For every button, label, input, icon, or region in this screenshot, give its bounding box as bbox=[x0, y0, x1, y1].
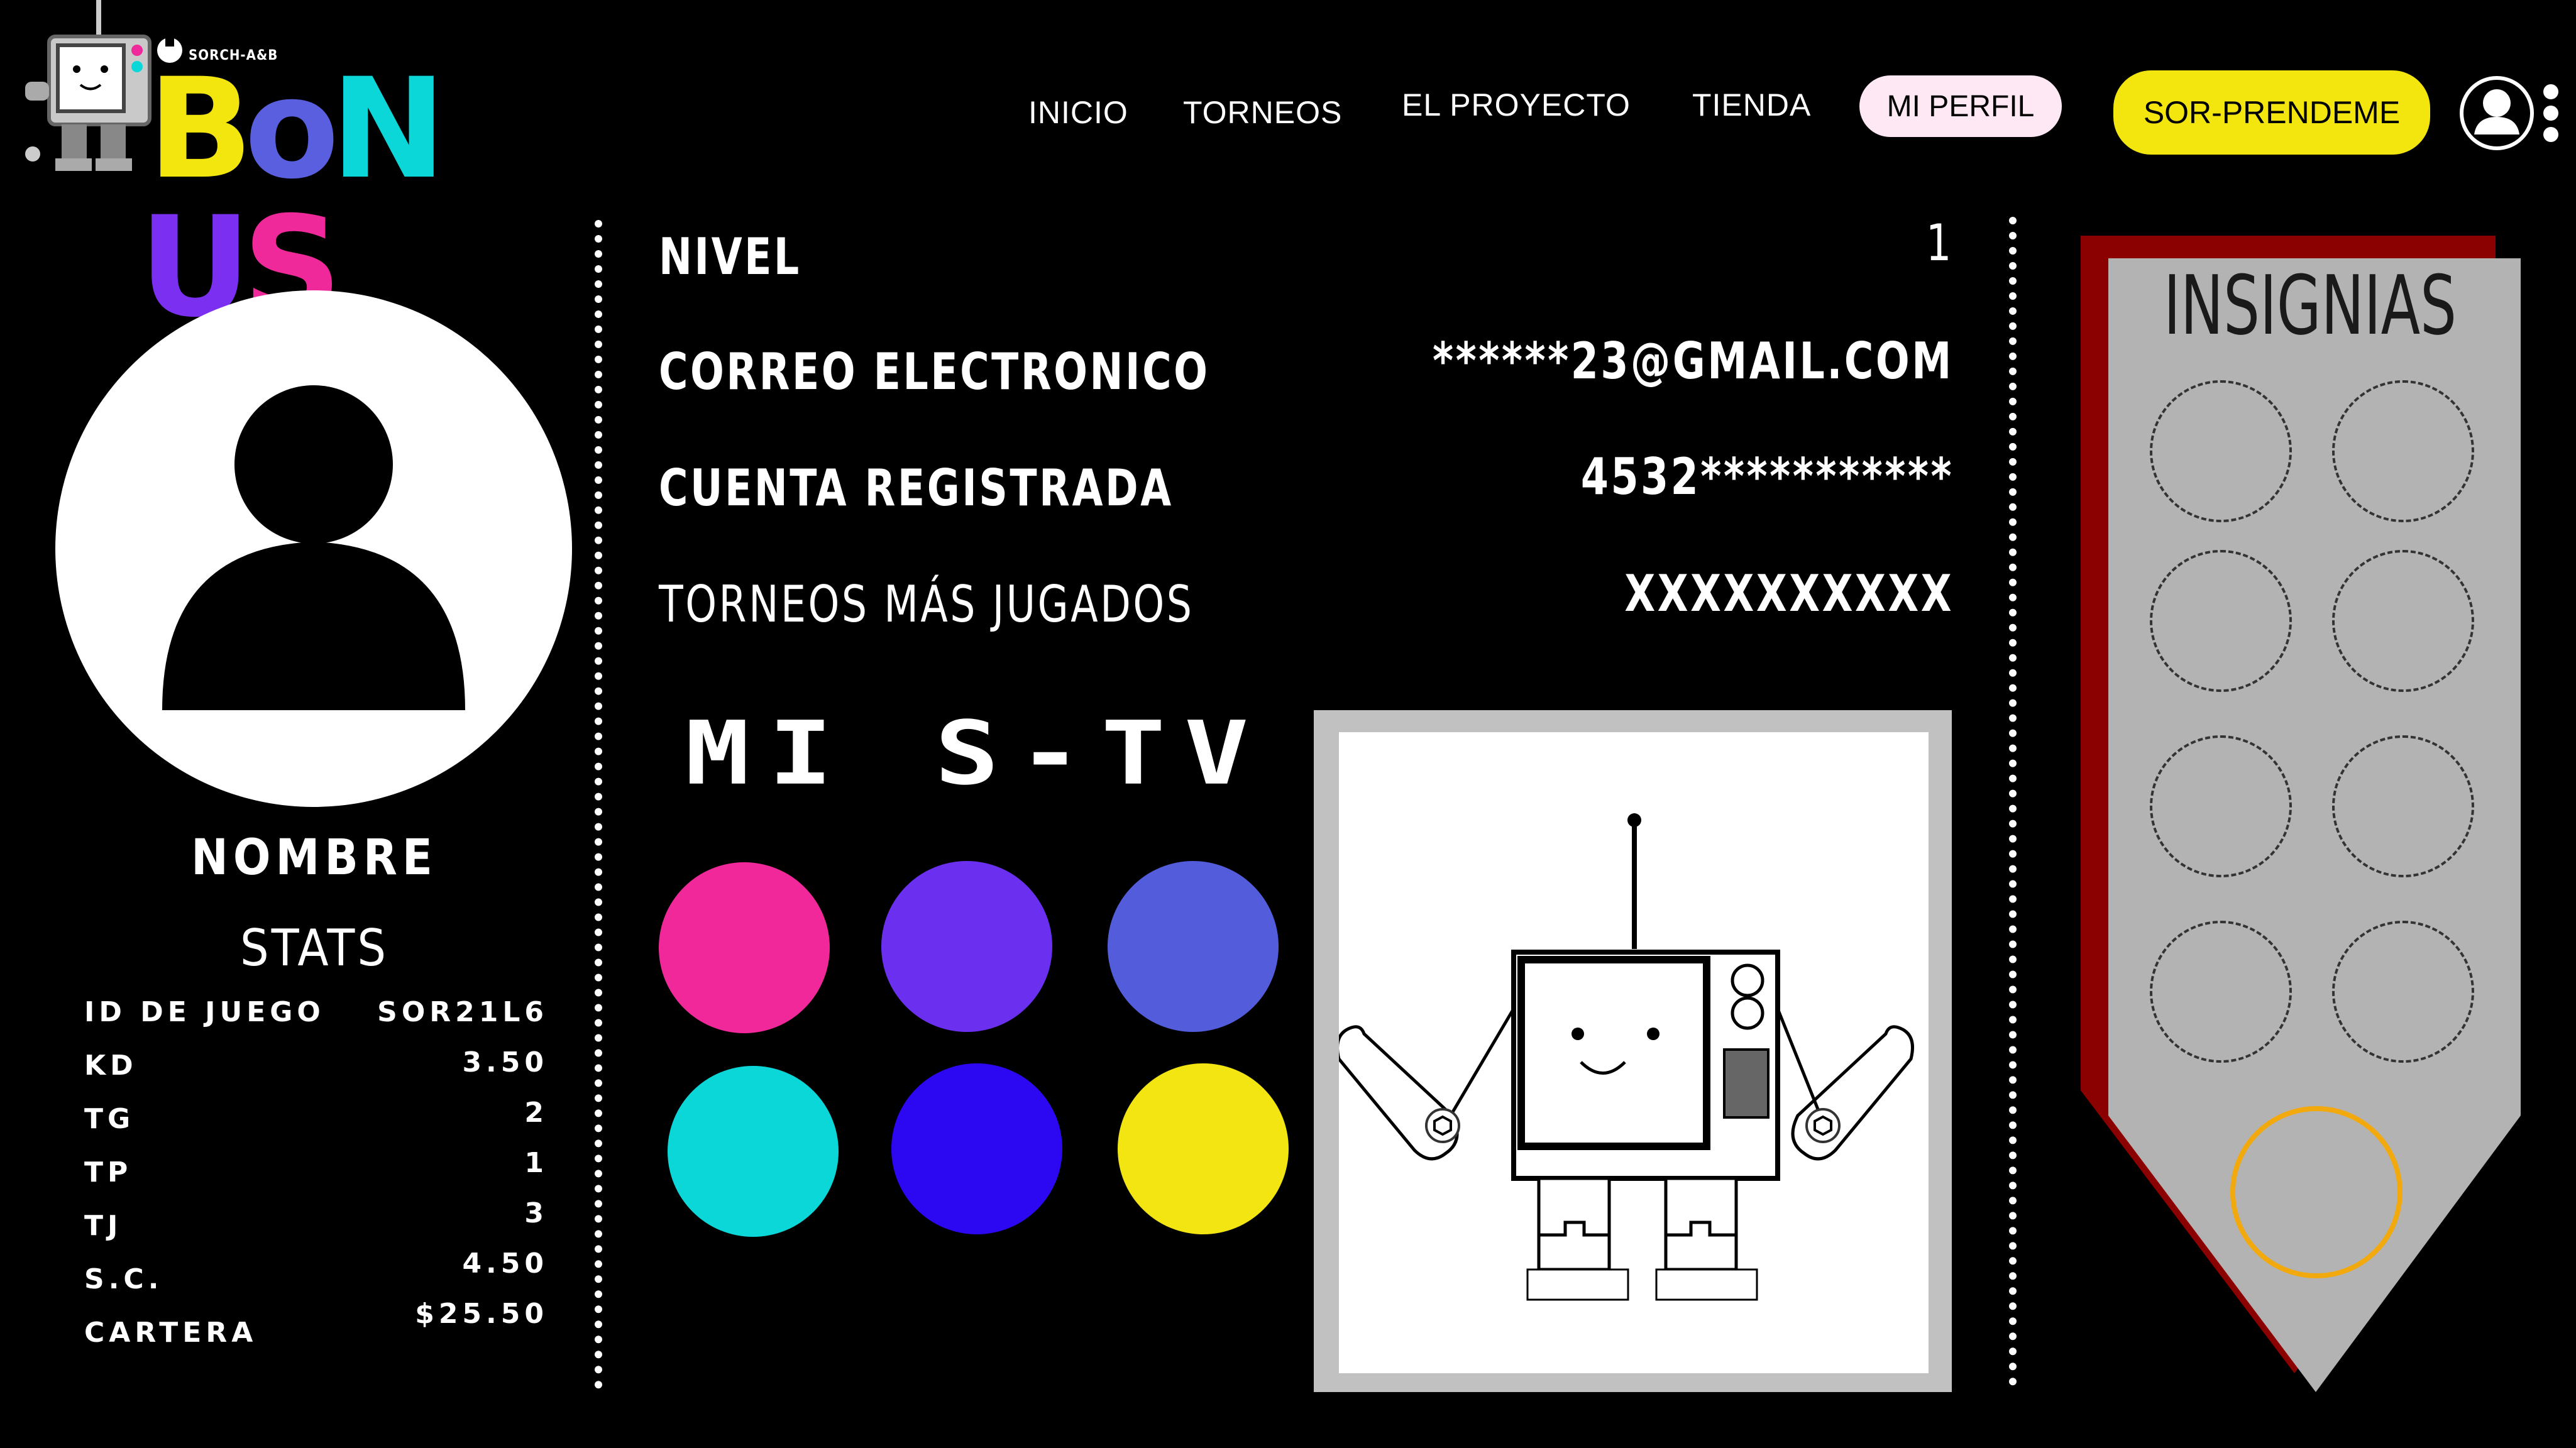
user-placeholder-icon[interactable] bbox=[55, 290, 572, 807]
nav-tienda[interactable]: TIENDA bbox=[1692, 87, 1811, 123]
info-value: XXXXXXXXXX bbox=[1624, 564, 1954, 623]
color-swatch[interactable] bbox=[659, 862, 830, 1033]
stat-label: TJ bbox=[84, 1210, 123, 1242]
badge-slot[interactable] bbox=[2332, 550, 2474, 692]
stat-label: TP bbox=[84, 1156, 133, 1188]
stat-value: $25.50 bbox=[415, 1298, 548, 1330]
stat-value: 1 bbox=[524, 1147, 548, 1179]
color-swatch[interactable] bbox=[891, 1063, 1062, 1234]
nav-el-proyecto[interactable]: EL PROYECTO bbox=[1402, 87, 1631, 123]
stat-label: KD bbox=[84, 1050, 138, 1082]
badge-slot[interactable] bbox=[2150, 380, 2292, 522]
badge-slot[interactable] bbox=[2332, 735, 2474, 877]
color-swatch[interactable] bbox=[1108, 861, 1279, 1032]
logo-letter: N bbox=[330, 48, 446, 209]
info-value: 4532*********** bbox=[1580, 447, 1954, 506]
info-label: TORNEOS MÁS JUGADOS bbox=[659, 575, 1194, 634]
sor-prendeme-button[interactable]: SOR-PRENDEME bbox=[2113, 70, 2430, 155]
logo-letter: B bbox=[148, 48, 253, 209]
tv-robot-mascot bbox=[1339, 813, 1914, 1301]
info-label: NIVEL bbox=[659, 228, 801, 286]
stat-label: CARTERA bbox=[84, 1317, 258, 1349]
divider-right bbox=[2009, 217, 2023, 1386]
logo-letter: o bbox=[244, 48, 339, 209]
vertical-dots-icon[interactable] bbox=[2540, 82, 2562, 145]
badge-slot[interactable] bbox=[2332, 921, 2474, 1063]
info-value: 1 bbox=[1926, 214, 1954, 272]
divider-left bbox=[595, 220, 608, 1389]
info-value: ******23@GMAIL.COM bbox=[1433, 332, 1954, 390]
stat-value: 3.50 bbox=[462, 1046, 548, 1078]
nav-inicio[interactable]: INICIO bbox=[1028, 94, 1128, 131]
color-swatch[interactable] bbox=[1118, 1063, 1289, 1234]
nav-mi-perfil[interactable]: MI PERFIL bbox=[1859, 75, 2062, 137]
badge-slot[interactable] bbox=[2150, 550, 2292, 692]
robot-preview-frame bbox=[1314, 710, 1952, 1392]
nav-torneos[interactable]: TORNEOS bbox=[1183, 94, 1342, 131]
badge-slot[interactable] bbox=[2332, 380, 2474, 522]
color-swatch[interactable] bbox=[881, 861, 1052, 1032]
bonus-logo[interactable]: SORCH-A&B BoNUS bbox=[25, 0, 547, 336]
stat-label: S.C. bbox=[84, 1263, 163, 1295]
stat-label: TG bbox=[84, 1103, 135, 1135]
stats-title: STATS bbox=[239, 919, 389, 977]
color-swatch[interactable] bbox=[668, 1066, 839, 1237]
stat-value: 3 bbox=[524, 1197, 548, 1229]
stat-value: 2 bbox=[524, 1097, 548, 1129]
insignias-title: INSIGNIAS bbox=[2163, 258, 2457, 353]
stat-value: 4.50 bbox=[462, 1248, 548, 1280]
user-circle-icon[interactable] bbox=[2458, 74, 2536, 152]
stat-value: SOR21L6 bbox=[377, 996, 548, 1028]
featured-badge-slot[interactable] bbox=[2230, 1106, 2403, 1278]
badge-slot[interactable] bbox=[2150, 735, 2292, 877]
profile-name: NOMBRE bbox=[191, 830, 438, 886]
info-label: CORREO ELECTRONICO bbox=[659, 343, 1210, 401]
robot-preview-canvas bbox=[1339, 732, 1929, 1373]
mi-stv-title: MI S-TV bbox=[685, 703, 1268, 805]
badge-slot[interactable] bbox=[2150, 921, 2292, 1063]
stat-label: ID DE JUEGO bbox=[84, 996, 325, 1028]
info-label: CUENTA REGISTRADA bbox=[659, 459, 1174, 517]
